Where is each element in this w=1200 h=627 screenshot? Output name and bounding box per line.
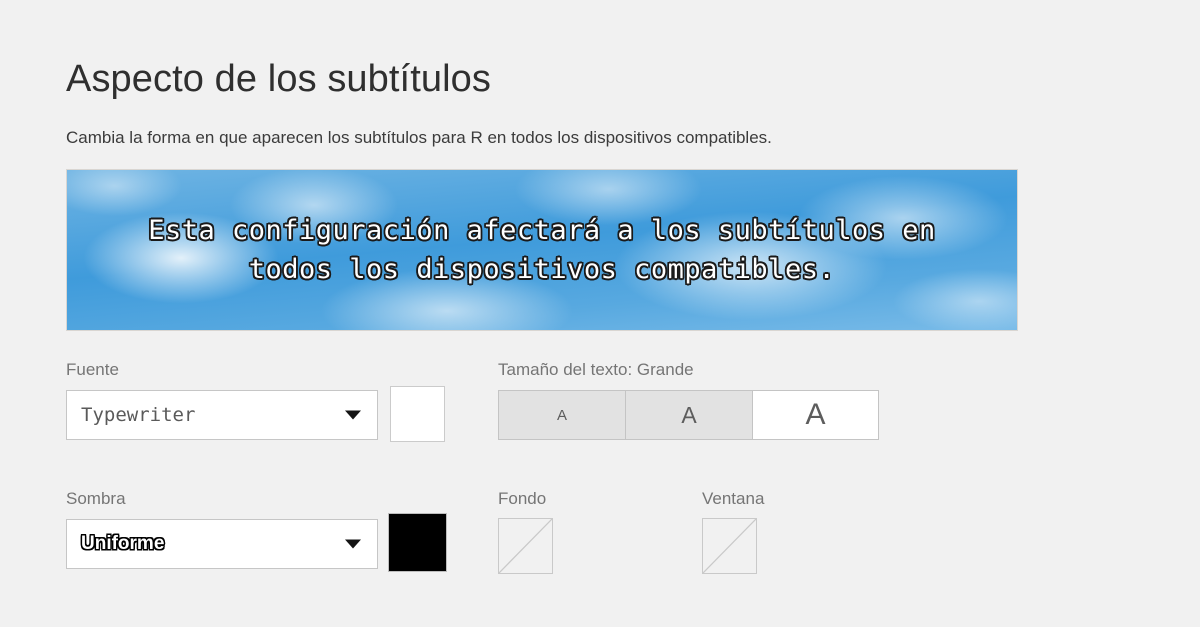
window-label: Ventana [702,489,765,508]
font-select-value: Typewriter [81,404,196,426]
font-select[interactable]: Typewriter [66,390,378,440]
text-size-label: Tamaño del texto: Grande [498,360,694,379]
chevron-down-icon [345,410,361,420]
chevron-down-icon [345,539,361,549]
background-color-swatch[interactable] [498,518,553,574]
transparent-diagonal-icon [703,519,756,573]
transparent-diagonal-icon [499,519,552,573]
text-size-small-button[interactable]: A [498,390,625,440]
captions-appearance-page: Aspecto de los subtítulos Cambia la form… [0,0,1200,627]
text-size-large-glyph: A [805,398,826,431]
text-size-medium-glyph: A [681,401,697,428]
shadow-color-swatch[interactable] [388,513,447,572]
text-size-small-glyph: A [556,406,567,424]
text-size-large-button[interactable]: A [752,390,879,440]
font-color-swatch[interactable] [390,386,445,442]
caption-preview-text: Esta configuración afectará a los subtít… [148,215,936,285]
window-color-swatch[interactable] [702,518,757,574]
shadow-label: Sombra [66,489,126,508]
shadow-select[interactable]: Uniforme [66,519,378,569]
caption-preview-panel: Esta configuración afectará a los subtít… [66,169,1018,331]
page-title: Aspecto de los subtítulos [66,58,491,101]
shadow-select-value: Uniforme [81,533,165,554]
text-size-medium-button[interactable]: A [625,390,752,440]
text-size-group: A A A [498,390,879,440]
page-description: Cambia la forma en que aparecen los subt… [66,128,772,147]
font-label: Fuente [66,360,119,379]
background-label: Fondo [498,489,547,508]
